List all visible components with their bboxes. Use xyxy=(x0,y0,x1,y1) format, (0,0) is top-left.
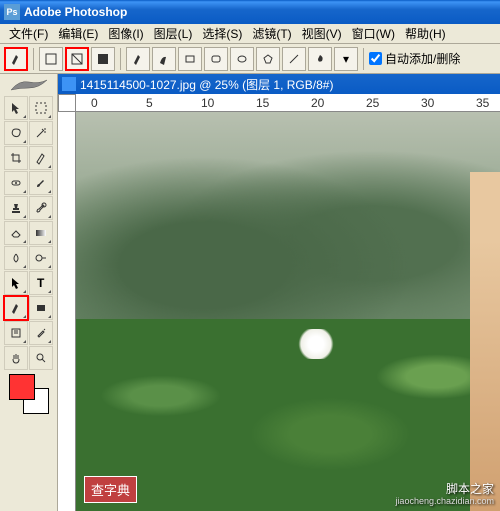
options-bar: ▾ 自动添加/删除 xyxy=(0,44,500,74)
menu-window[interactable]: 窗口(W) xyxy=(347,23,400,44)
magic-wand-tool[interactable] xyxy=(29,121,53,145)
tool-preset-button[interactable] xyxy=(4,47,28,71)
slice-tool[interactable] xyxy=(29,146,53,170)
auto-add-label: 自动添加/删除 xyxy=(385,50,460,67)
dropdown-arrow[interactable]: ▾ xyxy=(334,47,358,71)
crop-tool[interactable] xyxy=(4,146,28,170)
lasso-tool[interactable] xyxy=(4,121,28,145)
pen-mode-fill-button[interactable] xyxy=(91,47,115,71)
color-swatches[interactable] xyxy=(9,374,49,414)
ellipse-option[interactable] xyxy=(230,47,254,71)
move-tool[interactable] xyxy=(4,96,28,120)
ruler-corner xyxy=(58,94,76,112)
notes-tool[interactable] xyxy=(4,321,28,345)
toolbox-header-icon xyxy=(4,76,54,94)
canvas-area: 1415114500-1027.jpg @ 25% (图层 1, RGB/8#)… xyxy=(58,74,500,511)
line-option[interactable] xyxy=(282,47,306,71)
separator-icon xyxy=(363,48,364,70)
document-title-bar[interactable]: 1415114500-1027.jpg @ 25% (图层 1, RGB/8#) xyxy=(58,74,500,94)
pen-mode-path-button[interactable] xyxy=(65,47,89,71)
menu-layer[interactable]: 图层(L) xyxy=(149,23,198,44)
freeform-pen-option[interactable] xyxy=(152,47,176,71)
menu-view[interactable]: 视图(V) xyxy=(297,23,347,44)
menu-edit[interactable]: 编辑(E) xyxy=(53,23,103,44)
gradient-tool[interactable] xyxy=(29,221,53,245)
watermark-line2: jiaocheng.chazidian.com xyxy=(395,496,494,507)
pen-tool-option[interactable] xyxy=(126,47,150,71)
auto-add-input[interactable] xyxy=(369,52,382,65)
canvas[interactable]: 脚本之家 jiaocheng.chazidian.com 查字典 xyxy=(76,112,500,511)
stamp-tool[interactable] xyxy=(4,196,28,220)
app-icon: Ps xyxy=(4,4,20,20)
menu-filter[interactable]: 滤镜(T) xyxy=(247,23,296,44)
image-trees xyxy=(76,112,500,331)
badge: 查字典 xyxy=(84,476,137,503)
rect-shape-option[interactable] xyxy=(178,47,202,71)
separator-icon xyxy=(33,48,34,70)
shape-tool[interactable] xyxy=(29,296,53,320)
workspace: T 1415114500-1027.jpg @ 25% (图层 1, RGB/8… xyxy=(0,74,500,511)
document-title: 1415114500-1027.jpg @ 25% (图层 1, RGB/8#) xyxy=(80,76,333,93)
hand-tool[interactable] xyxy=(4,346,28,370)
tools-grid: T xyxy=(4,96,53,370)
custom-shape-option[interactable] xyxy=(308,47,332,71)
auto-add-checkbox[interactable]: 自动添加/删除 xyxy=(369,50,460,67)
eyedropper-tool[interactable] xyxy=(29,321,53,345)
polygon-option[interactable] xyxy=(256,47,280,71)
image-person xyxy=(470,172,500,511)
menu-image[interactable]: 图像(I) xyxy=(103,23,148,44)
menu-file[interactable]: 文件(F) xyxy=(4,23,53,44)
brush-tool[interactable] xyxy=(29,171,53,195)
history-brush-tool[interactable] xyxy=(29,196,53,220)
separator-icon xyxy=(120,48,121,70)
svg-text:T: T xyxy=(37,276,45,290)
foreground-color[interactable] xyxy=(9,374,35,400)
watermark: 脚本之家 jiaocheng.chazidian.com xyxy=(395,482,494,507)
rounded-rect-option[interactable] xyxy=(204,47,228,71)
marquee-tool[interactable] xyxy=(29,96,53,120)
image-lotus-flower xyxy=(296,329,336,359)
eraser-tool[interactable] xyxy=(4,221,28,245)
menu-help[interactable]: 帮助(H) xyxy=(400,23,451,44)
ruler-horizontal[interactable]: 0 5 10 15 20 25 30 35 xyxy=(76,94,500,112)
document-icon xyxy=(62,77,76,91)
path-select-tool[interactable] xyxy=(4,271,28,295)
menu-select[interactable]: 选择(S) xyxy=(197,23,247,44)
app-title: Adobe Photoshop xyxy=(24,5,127,19)
dodge-tool[interactable] xyxy=(29,246,53,270)
type-tool[interactable]: T xyxy=(29,271,53,295)
healing-tool[interactable] xyxy=(4,171,28,195)
toolbox: T xyxy=(0,74,58,511)
menu-bar: 文件(F) 编辑(E) 图像(I) 图层(L) 选择(S) 滤镜(T) 视图(V… xyxy=(0,24,500,44)
zoom-tool[interactable] xyxy=(29,346,53,370)
ruler-vertical[interactable] xyxy=(58,112,76,511)
blur-tool[interactable] xyxy=(4,246,28,270)
pen-tool[interactable] xyxy=(4,296,28,320)
watermark-line1: 脚本之家 xyxy=(395,482,494,496)
pen-mode-shape-button[interactable] xyxy=(39,47,63,71)
title-bar: Ps Adobe Photoshop xyxy=(0,0,500,24)
